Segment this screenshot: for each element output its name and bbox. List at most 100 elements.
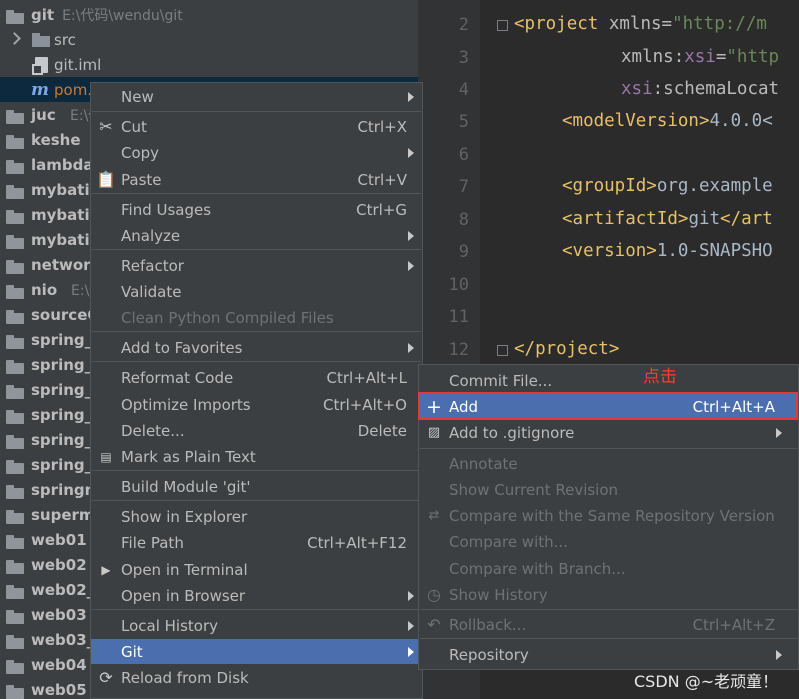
module-icon [6,657,26,674]
code-line-9: <version>1.0-SNAPSHO [562,241,773,261]
tree-module-name: web02_ [31,580,95,599]
module-icon [6,557,26,574]
tree-root-git[interactable]: git E:\代码\wendu\git [0,2,418,27]
tree-module-name: nio [31,280,58,299]
menu-item-cut[interactable]: ✂ Cut Ctrl+X [91,114,422,139]
menu-item-new[interactable]: New [91,84,422,109]
menu-item-compare-with: Compare with... [449,532,568,551]
menu-item-optimize-imports[interactable]: Optimize Imports Ctrl+Alt+O [91,392,422,417]
compare-icon: ⇄ [428,508,440,523]
line-number: 2 [458,15,469,35]
menu-separator [92,193,421,194]
folder-icon [32,32,50,47]
menu-item-analyze[interactable]: Analyze [91,223,422,248]
code-line-7: <groupId>org.example [562,176,773,196]
scissors-icon: ✂ [99,117,113,136]
menu-item-open-terminal[interactable]: ▶ Open in Terminal [91,557,422,582]
menu-item-reload[interactable]: ⟳ Reload from Disk [91,665,422,690]
module-icon [6,232,26,249]
rollback-icon: ↶ [427,615,441,634]
tree-item-src[interactable]: src [0,27,418,52]
menu-item-build-module[interactable]: Build Module 'git' [91,474,422,499]
menu-item-validate[interactable]: Validate [91,279,422,304]
tree-module-name: web04 [31,655,87,674]
tree-item-src-label: src [54,30,76,49]
menu-item-show-explorer[interactable]: Show in Explorer [91,504,422,529]
watermark: CSDN @~老顽童！ [634,672,779,691]
menu-item-open-browser[interactable]: Open in Browser [91,583,422,608]
menu-item-find-usages[interactable]: Find Usages Ctrl+G [91,197,422,222]
menu-item-refactor[interactable]: Refactor [91,253,422,278]
menu-item-file-path[interactable]: File Path Ctrl+Alt+F12 [91,530,422,555]
menu-separator [92,249,421,250]
module-icon [6,582,26,599]
code-line-2: <project xmlns="http://m [514,14,767,34]
plain-text-icon: ▤ [100,449,112,464]
tree-module-name: juc [31,105,56,124]
maven-icon: m [31,79,49,100]
module-icon [6,182,26,199]
submenu-arrow-icon [408,148,414,158]
menu-item-add-gitignore[interactable]: ▨ Add to .gitignore [419,420,798,445]
menu-item-reformat[interactable]: Reformat Code Ctrl+Alt+L [91,365,422,390]
menu-item-add-favorites[interactable]: Add to Favorites [91,335,422,360]
submenu-arrow-icon [776,428,782,438]
line-number: 3 [458,48,469,68]
submenu-arrow-icon [408,591,414,601]
menu-item-show-revision: Show Current Revision [449,480,619,499]
chevron-right-icon[interactable] [8,32,21,45]
fold-marker-icon[interactable] [497,20,508,31]
tree-module-name: web05 [31,680,87,699]
module-icon [6,132,26,149]
tree-module-name: sourceC [31,305,99,324]
submenu-arrow-icon [408,261,414,271]
module-icon [6,457,26,474]
tree-item-pom-label: pom. [54,80,93,99]
tree-item-iml[interactable]: git.iml [0,52,418,77]
tree-module-name: mybatis [31,230,99,249]
submenu-arrow-icon [408,231,414,241]
menu-separator [92,331,421,332]
menu-item-local-history[interactable]: Local History [91,613,422,638]
submenu-arrow-icon [408,92,414,102]
menu-item-repository[interactable]: Repository [419,642,798,667]
tree-module-name: web03 [31,605,87,624]
menu-separator [420,609,797,610]
module-icon [6,207,26,224]
menu-item-git[interactable]: Git [91,639,422,664]
line-number: 10 [448,275,469,295]
module-icon [6,282,26,299]
menu-item-paste[interactable]: 📋 Paste Ctrl+V [91,167,422,192]
menu-separator [92,361,421,362]
tree-module-name: lambda [31,155,94,174]
clipboard-icon: 📋 [96,170,116,189]
line-number: 9 [458,242,469,262]
submenu-arrow-icon [408,343,414,353]
menu-item-compare-branch: Compare with Branch... [449,559,626,578]
menu-separator [92,609,421,610]
module-icon [6,607,26,624]
tree-module-name: mybatis [31,205,99,224]
file-icon [32,56,48,75]
line-number: 4 [458,80,469,100]
module-icon [6,482,26,499]
module-icon [6,257,26,274]
fold-marker-icon[interactable] [497,345,508,356]
menu-item-commit-file[interactable]: Commit File... [419,368,798,393]
menu-item-delete[interactable]: Delete... Delete [91,418,422,443]
menu-item-add[interactable]: + Add Ctrl+Alt+A [419,394,798,419]
line-number: 8 [458,210,469,230]
menu-item-mark-plain[interactable]: ▤ Mark as Plain Text [91,444,422,469]
submenu-arrow-icon [776,650,782,660]
tree-item-iml-label: git.iml [54,55,102,74]
tree-module-name: mybatis [31,180,99,199]
menu-separator [92,470,421,471]
menu-item-compare-same: ⇄ Compare with the Same Repository Versio… [419,503,798,528]
tree-root-path: E:\代码\wendu\git [62,7,183,24]
git-submenu: Commit File... + Add Ctrl+Alt+A ▨ Add to .g… [418,364,799,670]
menu-item-copy[interactable]: Copy [91,140,422,165]
gitignore-icon: ▨ [427,425,441,440]
module-icon [6,107,26,124]
line-number: 7 [458,177,469,197]
line-number: 5 [458,112,469,132]
